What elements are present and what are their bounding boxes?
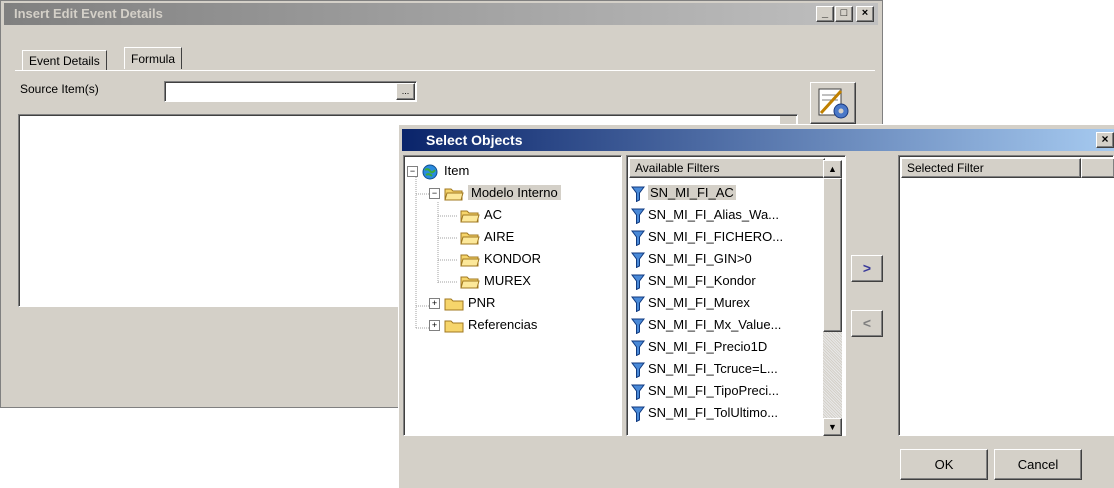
- filter-item-label: SN_MI_FI_AC: [648, 185, 736, 200]
- filter-item[interactable]: SN_MI_FI_Tcruce=L...: [631, 358, 778, 380]
- tree-item-root[interactable]: − Item: [407, 161, 469, 181]
- available-filters-header[interactable]: Available Filters: [629, 158, 825, 178]
- tree-label-ac: AC: [484, 207, 503, 222]
- remove-filter-button[interactable]: <: [851, 310, 883, 337]
- open-folder-icon: [460, 232, 480, 245]
- event-details-title-bar[interactable]: Insert Edit Event Details: [4, 3, 878, 25]
- select-objects-close-button[interactable]: ×: [1096, 132, 1114, 148]
- select-objects-title: Select Objects: [426, 132, 523, 148]
- tree-item-referencias[interactable]: + Referencias: [429, 315, 537, 335]
- filter-item-label: SN_MI_FI_Precio1D: [648, 339, 768, 354]
- source-items-label: Source Item(s): [20, 82, 99, 96]
- ok-button[interactable]: OK: [900, 449, 988, 480]
- filter-item[interactable]: SN_MI_FI_Murex: [631, 292, 750, 314]
- open-folder-icon: [460, 210, 480, 223]
- folder-icon: [444, 320, 464, 333]
- filter-icon: [631, 252, 645, 268]
- filter-item[interactable]: SN_MI_FI_FICHERO...: [631, 226, 783, 248]
- filter-icon: [631, 340, 645, 356]
- formula-wizard-button[interactable]: [810, 82, 856, 124]
- filter-item[interactable]: SN_MI_FI_AC: [631, 182, 736, 204]
- folder-icon: [444, 298, 464, 311]
- filter-icon: [631, 274, 645, 290]
- filter-item[interactable]: SN_MI_FI_Precio1D: [631, 336, 767, 358]
- filter-icon: [631, 384, 645, 400]
- expand-icon[interactable]: +: [429, 298, 440, 310]
- tree-item-modelo-interno[interactable]: − Modelo Interno: [429, 183, 561, 203]
- collapse-icon[interactable]: −: [407, 166, 418, 178]
- filter-icon: [631, 230, 645, 246]
- source-items-input[interactable]: [164, 81, 417, 102]
- expand-icon[interactable]: +: [429, 320, 440, 332]
- filter-item[interactable]: SN_MI_FI_TipoPreci...: [631, 380, 779, 402]
- open-folder-icon: [460, 254, 480, 267]
- filter-item-label: SN_MI_FI_GIN>0: [648, 251, 752, 266]
- filter-item[interactable]: SN_MI_FI_Mx_Value...: [631, 314, 781, 336]
- filter-item[interactable]: SN_MI_FI_GIN>0: [631, 248, 752, 270]
- tree-item-ac[interactable]: AC: [460, 205, 502, 225]
- filter-icon: [631, 208, 645, 224]
- filter-item-label: SN_MI_FI_TolUltimo...: [648, 405, 779, 420]
- close-button[interactable]: ×: [856, 6, 874, 22]
- filter-item[interactable]: SN_MI_FI_TolUltimo...: [631, 402, 778, 424]
- tree-label-kondor: KONDOR: [484, 251, 542, 266]
- filter-item-label: SN_MI_FI_Tcruce=L...: [648, 361, 778, 376]
- tree-item-murex[interactable]: MUREX: [460, 271, 531, 291]
- filter-icon: [631, 362, 645, 378]
- filter-item-label: SN_MI_FI_Kondor: [648, 273, 756, 288]
- tree-label-aire: AIRE: [484, 229, 515, 244]
- filter-icon: [631, 318, 645, 334]
- tree-item-pnr[interactable]: + PNR: [429, 293, 495, 313]
- tree-item-kondor[interactable]: KONDOR: [460, 249, 541, 269]
- filter-item-label: SN_MI_FI_Murex: [648, 295, 750, 310]
- tab-event-details[interactable]: Event Details: [22, 50, 107, 70]
- tree-label-modelo-interno: Modelo Interno: [468, 185, 561, 200]
- filter-icon: [631, 186, 645, 202]
- maximize-button[interactable]: □: [835, 6, 853, 22]
- tree-item-aire[interactable]: AIRE: [460, 227, 514, 247]
- scroll-up-button[interactable]: ▲: [823, 160, 842, 178]
- filter-item[interactable]: SN_MI_FI_Alias_Wa...: [631, 204, 779, 226]
- collapse-icon[interactable]: −: [429, 188, 440, 200]
- filter-item-label: SN_MI_FI_Mx_Value...: [648, 317, 782, 332]
- scroll-thumb[interactable]: [823, 178, 842, 332]
- event-details-title: Insert Edit Event Details: [14, 6, 163, 21]
- filter-item-label: SN_MI_FI_FICHERO...: [648, 229, 784, 244]
- open-folder-icon: [444, 188, 464, 201]
- formula-wizard-icon: [818, 88, 849, 119]
- add-filter-button[interactable]: >: [851, 255, 883, 282]
- filter-icon: [631, 406, 645, 422]
- filter-item-label: SN_MI_FI_Alias_Wa...: [648, 207, 780, 222]
- tree-label-referencias: Referencias: [468, 317, 538, 332]
- tree-label-pnr: PNR: [468, 295, 496, 310]
- filter-item-label: SN_MI_FI_TipoPreci...: [648, 383, 780, 398]
- available-filters-list[interactable]: Available Filters SN_MI_FI_AC SN_MI_FI_Al…: [626, 155, 846, 436]
- tree-root-label: Item: [444, 163, 470, 178]
- selected-filter-header[interactable]: Selected Filter: [901, 158, 1081, 178]
- cancel-button[interactable]: Cancel: [994, 449, 1082, 480]
- open-folder-icon: [460, 276, 480, 289]
- filter-item[interactable]: SN_MI_FI_Kondor: [631, 270, 756, 292]
- item-tree[interactable]: − Item − Modelo Interno AC AIRE KONDOR MUR…: [403, 155, 622, 436]
- tab-formula[interactable]: Formula: [124, 47, 183, 69]
- scroll-down-button[interactable]: ▼: [823, 418, 842, 436]
- selected-filter-list[interactable]: Selected Filter: [898, 155, 1114, 436]
- globe-icon: [422, 164, 438, 180]
- filters-scrollbar[interactable]: ▲ ▼: [823, 160, 842, 436]
- selected-filter-header-extra[interactable]: [1081, 158, 1114, 178]
- minimize-button[interactable]: _: [816, 6, 834, 22]
- tree-label-murex: MUREX: [484, 273, 531, 288]
- filter-icon: [631, 296, 645, 312]
- select-objects-title-bar[interactable]: Select Objects: [402, 129, 1114, 151]
- source-browse-button[interactable]: ...: [396, 83, 415, 100]
